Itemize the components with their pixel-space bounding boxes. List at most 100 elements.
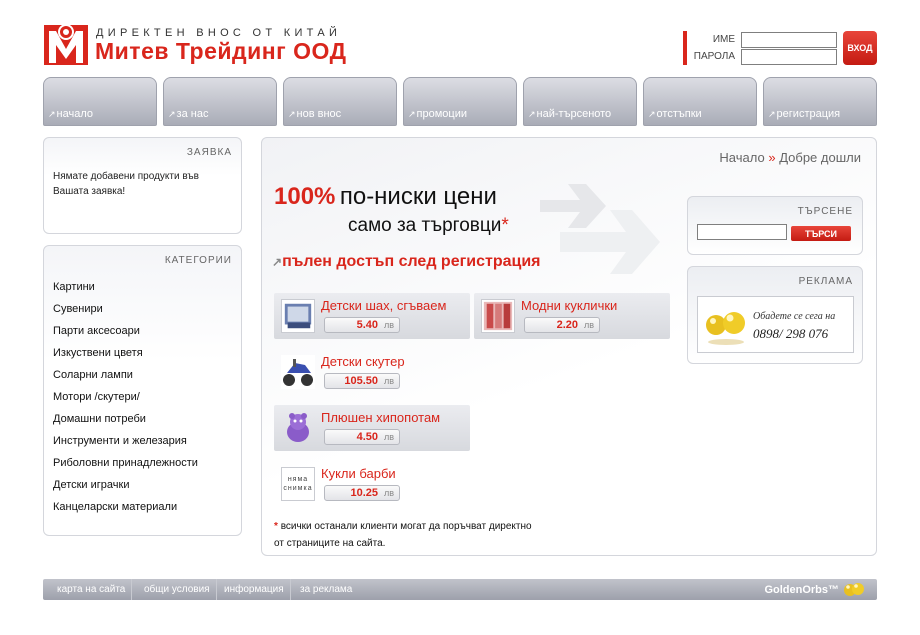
- categories-title: КАТЕГОРИИ: [164, 255, 232, 266]
- category-item[interactable]: Соларни лампи: [53, 369, 198, 391]
- product-name: Детски шах, сгъваем: [321, 298, 447, 313]
- arrow-ne-icon: ↗: [768, 109, 776, 119]
- arrow-ne-icon: ↗: [648, 109, 656, 119]
- promo-star: *: [501, 215, 509, 236]
- search-button[interactable]: ТЪРСИ: [791, 226, 851, 241]
- promo-percent: 100%: [274, 183, 336, 210]
- arrow-ne-icon: ↗: [272, 255, 283, 269]
- golden-orbs-logo-icon: [844, 583, 864, 596]
- nav-tab-home[interactable]: ↗начало: [43, 77, 157, 126]
- plush-hippo-image: [287, 413, 309, 442]
- ad-title: РЕКЛАМА: [798, 276, 853, 287]
- footer-link-sitemap[interactable]: карта на сайта: [51, 579, 133, 600]
- product-card[interactable]: няма снимка Кукли барби 10.25 лв: [274, 461, 470, 507]
- nav-tab-discounts[interactable]: ↗отстъпки: [643, 77, 757, 126]
- product-name: Кукли барби: [321, 466, 396, 481]
- arrow-ne-icon: ↗: [528, 109, 536, 119]
- product-name: Модни куклички: [521, 298, 618, 313]
- nav-tab-label: промоции: [416, 108, 468, 120]
- cart-title: ЗАЯВКА: [186, 147, 232, 158]
- category-item[interactable]: Детски играчки: [53, 479, 198, 501]
- access-text: пълен достъп след регистрация: [282, 253, 541, 270]
- login-password-label: ПАРОЛА: [693, 51, 735, 62]
- search-title: ТЪРСЕНЕ: [797, 206, 853, 217]
- nav-tab-most-searched[interactable]: ↗най-търсеното: [523, 77, 637, 126]
- category-item[interactable]: Домашни потреби: [53, 413, 198, 435]
- product-price: 2.20 лв: [524, 317, 600, 333]
- no-image-placeholder: няма снимка: [281, 467, 315, 501]
- footnote: * всички останали клиенти могат да поръч…: [274, 518, 532, 552]
- category-list: Картини Сувенири Парти аксесоари Изкуств…: [53, 281, 198, 523]
- product-card[interactable]: Детски скутер 105.50 лв: [274, 349, 470, 395]
- golden-orbs-icon: [706, 312, 745, 345]
- dolls-image: [481, 299, 515, 333]
- footnote-line2: от страниците на сайта.: [274, 538, 386, 549]
- category-item[interactable]: Канцеларски материали: [53, 501, 198, 523]
- main-nav: ↗начало ↗за нас ↗нов внос ↗промоции ↗най…: [43, 77, 877, 126]
- footer-link-advertising[interactable]: за реклама: [294, 579, 358, 600]
- nav-tab-new-import[interactable]: ↗нов внос: [283, 77, 397, 126]
- category-item[interactable]: Сувенири: [53, 303, 198, 325]
- product-price: 105.50 лв: [324, 373, 400, 389]
- nav-tab-label: нов внос: [296, 108, 342, 120]
- promo-line1: по-ниски цени: [339, 183, 497, 210]
- nav-tab-promotions[interactable]: ↗промоции: [403, 77, 517, 126]
- nav-tab-label: най-търсеното: [536, 108, 612, 120]
- ad-banner[interactable]: Обадете се сега на 0898/ 298 076: [697, 296, 854, 353]
- promo-subline: само за търговци*: [348, 215, 509, 237]
- cart-panel: ЗАЯВКА Нямате добавени продукти във Ваша…: [43, 137, 242, 234]
- footer-bar: карта на сайта общи условия информация з…: [43, 579, 877, 600]
- scooter-image: [281, 355, 315, 389]
- main-content: Начало » Добре дошли 100% по-ниски цени …: [261, 137, 877, 556]
- product-price: 10.25 лв: [324, 485, 400, 501]
- product-name: Плюшен хипопотам: [321, 410, 441, 425]
- login-button[interactable]: ВХОД: [843, 31, 877, 65]
- registration-access-link[interactable]: ↗пълен достъп след регистрация: [272, 253, 541, 271]
- category-item[interactable]: Инструменти и железария: [53, 435, 198, 457]
- cart-empty-message: Нямате добавени продукти във Вашата заяв…: [53, 171, 199, 197]
- product-card[interactable]: Модни куклички 2.20 лв: [474, 293, 670, 339]
- footer-link-information[interactable]: информация: [218, 579, 291, 600]
- ad-text-line1: Обадете се сега на: [753, 311, 836, 322]
- login-name-label: ИМЕ: [712, 34, 735, 45]
- nav-tab-label: за нас: [176, 108, 209, 120]
- page: ДИРЕКТЕН ВНОС ОТ КИТАЙ Митев Трейдинг ОО…: [0, 0, 920, 635]
- nav-tab-label: начало: [56, 108, 94, 120]
- breadcrumb-separator: »: [768, 150, 776, 165]
- promo-line2: само за търговци: [348, 215, 502, 236]
- search-input[interactable]: [697, 224, 787, 240]
- search-panel: ТЪРСЕНЕ ТЪРСИ: [687, 196, 863, 255]
- product-card[interactable]: Детски шах, сгъваем 5.40 лв: [274, 293, 470, 339]
- product-price: 5.40 лв: [324, 317, 400, 333]
- chess-set-image: [281, 299, 315, 333]
- arrow-ne-icon: ↗: [48, 109, 56, 119]
- footnote-star: *: [274, 521, 278, 532]
- categories-panel: КАТЕГОРИИ Картини Сувенири Парти аксесоа…: [43, 245, 242, 536]
- nav-tab-label: отстъпки: [656, 108, 702, 120]
- nav-tab-registration[interactable]: ↗регистрация: [763, 77, 877, 126]
- footnote-line1: всички останали клиенти могат да поръчва…: [280, 521, 532, 532]
- decorative-arrows-icon: [540, 184, 660, 274]
- nav-tab-about[interactable]: ↗за нас: [163, 77, 277, 126]
- promo-headline: 100% по-ниски цени: [274, 183, 497, 211]
- breadcrumb-home[interactable]: Начало: [719, 150, 764, 165]
- category-item[interactable]: Мотори /скутери/: [53, 391, 198, 413]
- category-item[interactable]: Парти аксесоари: [53, 325, 198, 347]
- category-item[interactable]: Изкуствени цветя: [53, 347, 198, 369]
- category-item[interactable]: Картини: [53, 281, 198, 303]
- login-password-input[interactable]: [741, 49, 837, 65]
- category-item[interactable]: Риболовни принадлежности: [53, 457, 198, 479]
- nav-tab-label: регистрация: [776, 108, 841, 120]
- breadcrumb-current: Добре дошли: [779, 150, 861, 165]
- company-logo[interactable]: [44, 23, 88, 65]
- product-card[interactable]: Плюшен хипопотам 4.50 лв: [274, 405, 470, 451]
- footer-link-terms[interactable]: общи условия: [138, 579, 217, 600]
- product-name: Детски скутер: [321, 354, 405, 369]
- company-name[interactable]: Митев Трейдинг ООД: [95, 38, 347, 65]
- product-price: 4.50 лв: [324, 429, 400, 445]
- login-name-input[interactable]: [741, 32, 837, 48]
- ad-phone-number: 0898/ 298 076: [753, 326, 829, 341]
- footer-brand[interactable]: GoldenOrbs™: [764, 584, 839, 596]
- ad-panel: РЕКЛАМА Обадете се сега на 0898/ 298 076: [687, 266, 863, 364]
- breadcrumb: Начало » Добре дошли: [719, 150, 861, 165]
